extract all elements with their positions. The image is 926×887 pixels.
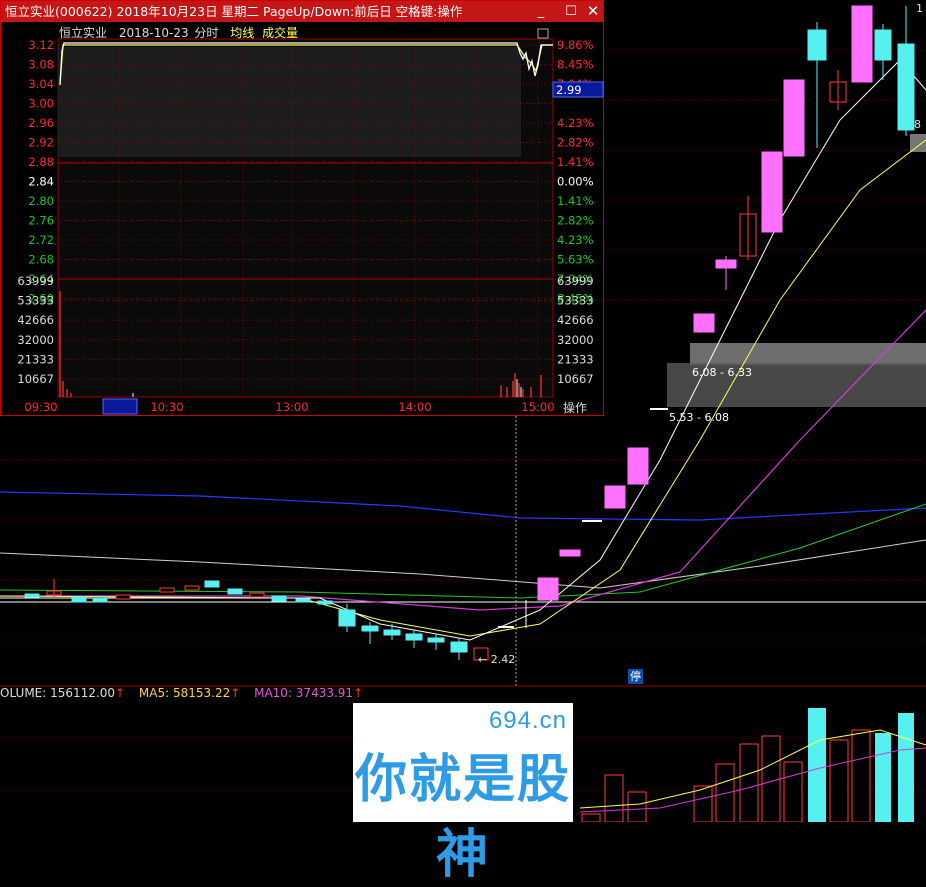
price-tick-label: 2.68 [28,253,54,267]
watermark-url: 694.cn [488,707,567,734]
pct-tick-label: 2.82% [557,136,594,150]
ma-green [0,503,926,599]
price-tick-label: 3.08 [28,58,54,72]
volume-tick-label-left: 42666 [17,313,54,327]
intraday-chart[interactable]: 3.12 3.08 3.04 3.00 2.96 2.92 2.88 2.84 2.80 2.76… [1,1,605,417]
volume-tick-label-right: 63999 [557,274,594,288]
pct-tick-label: 0.00% [557,175,594,189]
chart-kind: 分时 [194,26,219,40]
time-cursor-tag [102,398,138,415]
time-tick-label: 15:00 [521,400,554,414]
low-price-label: ← 2.42 [478,653,516,666]
volume-value: OLUME: 156112.00 [0,686,116,700]
side-right-label: 8 [914,118,921,131]
op-label: 操作 [563,400,587,415]
current-price-value: 2.99 [556,83,582,97]
volume-tick-label-left: 21333 [17,352,54,366]
pct-tick-label: 1.41% [557,194,594,208]
price-tick-label: 2.76 [28,214,54,228]
watermark: 694.cn 你就是股神 [353,703,573,885]
time-tick-label: 13:00 [275,400,308,414]
volume-tick-label-right: 21333 [557,352,594,366]
time-tick-label: 09:30 [24,400,57,414]
volume-tick-label-right: 42666 [557,313,594,327]
pct-tick-label: 4.23% [557,233,594,247]
watermark-text: 你就是股神 [354,750,571,885]
volume-tick-label-left: 63999 [17,274,54,288]
price-tick-label: 2.80 [28,194,54,208]
pct-tick-label: 5.63% [557,253,594,267]
top-right-label: 1 [916,2,923,15]
price-tick-label: 2.88 [28,155,54,169]
band-label-upper: 6.08 - 6.33 [692,366,752,379]
price-tick-label: 2.84 [28,175,54,189]
volume-tick-label-left: 53333 [17,294,54,308]
price-tick-label: 2.72 [28,233,54,247]
stock-name: 恒立实业 [59,26,108,40]
chart-date: 2018-10-23 [118,26,189,40]
pct-tick-label: 4.23% [557,116,594,130]
volume-tick-label-right: 32000 [557,333,594,347]
pct-tick-label: 9.86% [557,38,594,52]
ma-gray [0,539,926,589]
popup-info-line: 恒立实业 2018-10-23 分时 均线 成交量 [59,24,306,41]
restore-icon [537,28,549,39]
pct-tick-label: 2.82% [557,214,594,228]
volume-tick-label-right: 10667 [557,372,594,386]
volume-tick-label-left: 10667 [17,372,54,386]
band-label-lower: 5.53 - 6.08 [669,411,729,424]
price-tick-label: 2.92 [28,136,54,150]
volume-tick-label-right: 53333 [557,294,594,308]
legend-avg[interactable]: 均线 [230,26,254,40]
price-tick-label: 3.00 [28,97,54,111]
time-tick-label: 14:00 [398,400,431,414]
volume-indicator-label: OLUME: 156112.00↑ MA5: 58153.22↑ MA10: 3… [0,686,364,700]
stop-tag[interactable]: 停 [628,669,643,684]
pct-tick-label: 8.45% [557,58,594,72]
ma-blue [0,491,926,521]
pct-tick-label: 1.41% [557,155,594,169]
price-tick-label: 3.12 [28,38,54,52]
price-tick-label: 3.04 [28,77,54,91]
volume-ma10: MA10: 37433.91 [254,686,354,700]
volume-ma5: MA5: 58153.22 [138,686,231,700]
intraday-popup-window[interactable]: 恒立实业(000622) 2018年10月23日 星期二 PageUp/Down… [0,0,604,416]
price-tick-label: 2.96 [28,116,54,130]
legend-volume[interactable]: 成交量 [262,26,298,40]
time-tick-label: 10:30 [150,400,183,414]
volume-tick-label-left: 32000 [17,333,54,347]
